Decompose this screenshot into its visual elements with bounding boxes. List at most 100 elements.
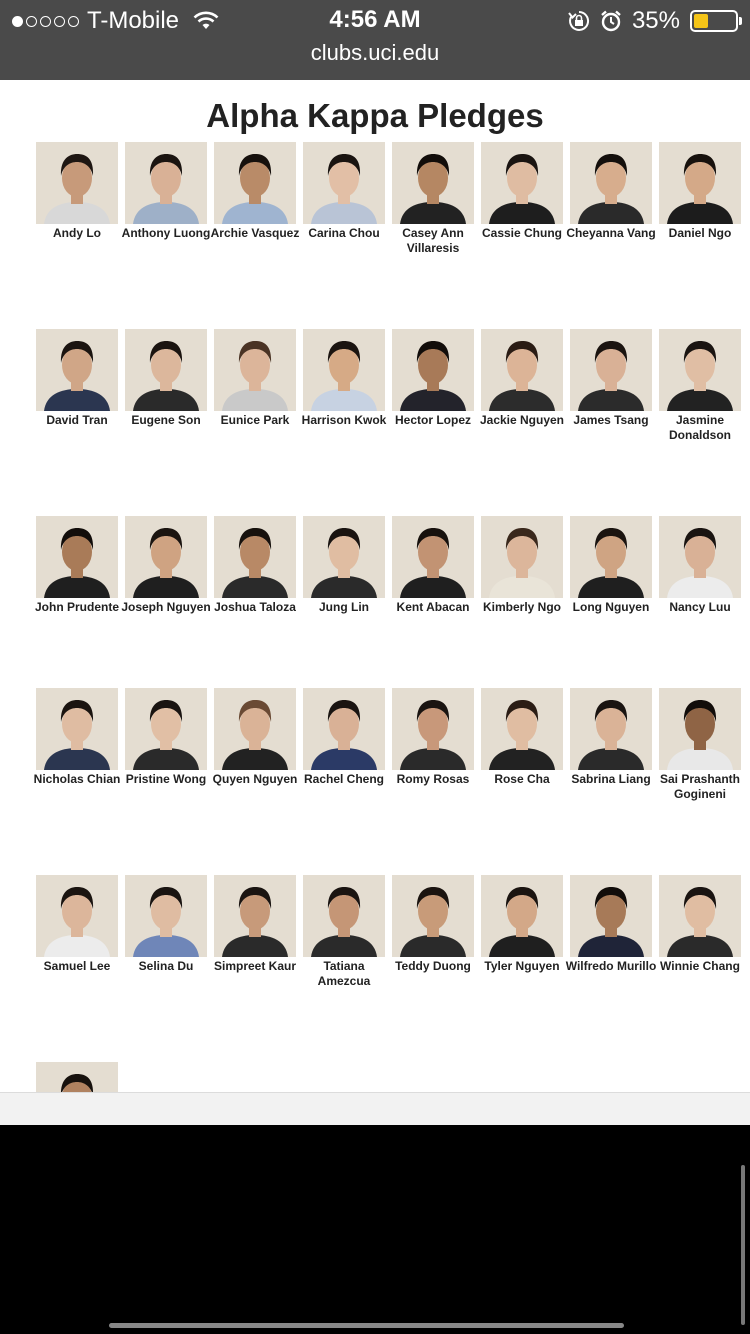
- member-photo[interactable]: [125, 688, 207, 770]
- member-photo[interactable]: [303, 516, 385, 598]
- member-photo[interactable]: [481, 688, 563, 770]
- member-photo[interactable]: [659, 329, 741, 411]
- member-photo[interactable]: [214, 688, 296, 770]
- member-photo[interactable]: [481, 875, 563, 957]
- member-photo[interactable]: [36, 516, 118, 598]
- member-photo[interactable]: [214, 142, 296, 224]
- member-name: Kent Abacan: [396, 600, 470, 614]
- member-card[interactable]: Kimberly Ngo: [481, 516, 563, 615]
- member-photo[interactable]: [392, 516, 474, 598]
- member-photo[interactable]: [214, 875, 296, 957]
- member-card[interactable]: Eunice Park: [214, 329, 296, 443]
- member-photo[interactable]: [392, 142, 474, 224]
- member-card[interactable]: Carina Chou: [303, 142, 385, 256]
- member-photo[interactable]: [214, 329, 296, 411]
- member-card[interactable]: Simpreet Kaur: [214, 875, 296, 989]
- member-photo[interactable]: [392, 688, 474, 770]
- status-right: 35%: [568, 6, 742, 36]
- member-photo[interactable]: [36, 329, 118, 411]
- member-photo[interactable]: [125, 516, 207, 598]
- member-card[interactable]: Teddy Duong: [392, 875, 474, 989]
- member-photo[interactable]: [659, 875, 741, 957]
- member-photo[interactable]: [392, 329, 474, 411]
- member-photo[interactable]: [659, 142, 741, 224]
- member-card[interactable]: Kent Abacan: [392, 516, 474, 615]
- member-card[interactable]: Tyler Nguyen: [481, 875, 563, 989]
- member-card[interactable]: James Tsang: [570, 329, 652, 443]
- member-name: Selina Du: [138, 959, 194, 973]
- member-photo[interactable]: [481, 516, 563, 598]
- member-card[interactable]: Anthony Luong: [122, 142, 210, 256]
- member-photo[interactable]: [570, 329, 652, 411]
- member-name: Winnie Chang: [660, 959, 740, 973]
- member-name: Jung Lin: [319, 600, 369, 614]
- member-photo[interactable]: [303, 688, 385, 770]
- member-card[interactable]: Casey Ann Villaresis: [392, 142, 474, 256]
- member-photo[interactable]: [303, 329, 385, 411]
- member-photo[interactable]: [570, 688, 652, 770]
- member-card[interactable]: Joseph Nguyen: [121, 516, 211, 615]
- member-card[interactable]: Cassie Chung: [481, 142, 563, 256]
- member-card[interactable]: David Tran: [36, 329, 118, 443]
- member-card[interactable]: Jung Lin: [303, 516, 385, 615]
- member-card[interactable]: Samuel Lee: [36, 875, 118, 989]
- member-photo[interactable]: [659, 516, 741, 598]
- member-card[interactable]: Selina Du: [125, 875, 207, 989]
- member-photo[interactable]: [659, 688, 741, 770]
- member-card[interactable]: Romy Rosas: [392, 688, 474, 802]
- member-name: Cassie Chung: [481, 226, 562, 240]
- member-card[interactable]: Nicholas Chian: [34, 688, 120, 802]
- member-card[interactable]: John Prudente: [35, 516, 119, 615]
- member-card[interactable]: Cheyanna Vang: [566, 142, 656, 256]
- member-photo[interactable]: [570, 516, 652, 598]
- member-card[interactable]: Joshua Taloza: [214, 516, 296, 615]
- member-name: Rose Cha: [494, 772, 550, 786]
- member-card[interactable]: Jasmine Donaldson: [659, 329, 741, 443]
- scrollbar[interactable]: [741, 1165, 745, 1325]
- member-photo[interactable]: [125, 142, 207, 224]
- member-card[interactable]: Harrison Kwok: [302, 329, 386, 443]
- member-card[interactable]: Sabrina Liang: [570, 688, 652, 802]
- member-photo[interactable]: [481, 329, 563, 411]
- url-bar[interactable]: clubs.uci.edu: [0, 40, 750, 66]
- member-card[interactable]: Daniel Ngo: [659, 142, 741, 256]
- member-photo[interactable]: [36, 688, 118, 770]
- battery-percent: 35%: [631, 7, 680, 34]
- member-card[interactable]: Rachel Cheng: [303, 688, 385, 802]
- member-card[interactable]: Andy Lo: [36, 142, 118, 256]
- member-card[interactable]: Eugene Son: [125, 329, 207, 443]
- member-name: Andy Lo: [53, 226, 101, 240]
- member-card[interactable]: Rose Cha: [481, 688, 563, 802]
- member-card[interactable]: Quyen Nguyen: [213, 688, 297, 802]
- member-photo[interactable]: [303, 875, 385, 957]
- page-footer: [0, 1092, 750, 1125]
- home-indicator[interactable]: [109, 1323, 624, 1328]
- member-card[interactable]: Tatiana Amezcua: [303, 875, 385, 989]
- member-card[interactable]: Archie Vasquez: [211, 142, 299, 256]
- member-name: John Prudente: [34, 600, 119, 614]
- member-card[interactable]: Nancy Luu: [659, 516, 741, 615]
- member-photo[interactable]: [481, 142, 563, 224]
- member-name: Tatiana Amezcua: [317, 959, 371, 988]
- battery-icon: [690, 10, 742, 32]
- member-photo[interactable]: [125, 875, 207, 957]
- member-name: Eunice Park: [220, 413, 290, 427]
- member-card[interactable]: Sai Prashanth Gogineni: [659, 688, 741, 802]
- member-photo[interactable]: [570, 875, 652, 957]
- member-card[interactable]: Long Nguyen: [570, 516, 652, 615]
- member-photo[interactable]: [125, 329, 207, 411]
- member-photo[interactable]: [36, 875, 118, 957]
- member-card[interactable]: Pristine Wong: [125, 688, 207, 802]
- member-name: Quyen Nguyen: [212, 772, 298, 786]
- member-name: Joshua Taloza: [214, 600, 296, 614]
- member-card[interactable]: Wilfredo Murillo: [566, 875, 656, 989]
- member-photo[interactable]: [214, 516, 296, 598]
- member-name: Daniel Ngo: [668, 226, 732, 240]
- member-card[interactable]: Winnie Chang: [659, 875, 741, 989]
- member-card[interactable]: Hector Lopez: [392, 329, 474, 443]
- member-photo[interactable]: [303, 142, 385, 224]
- member-photo[interactable]: [570, 142, 652, 224]
- member-card[interactable]: Jackie Nguyen: [480, 329, 564, 443]
- member-photo[interactable]: [392, 875, 474, 957]
- member-photo[interactable]: [36, 142, 118, 224]
